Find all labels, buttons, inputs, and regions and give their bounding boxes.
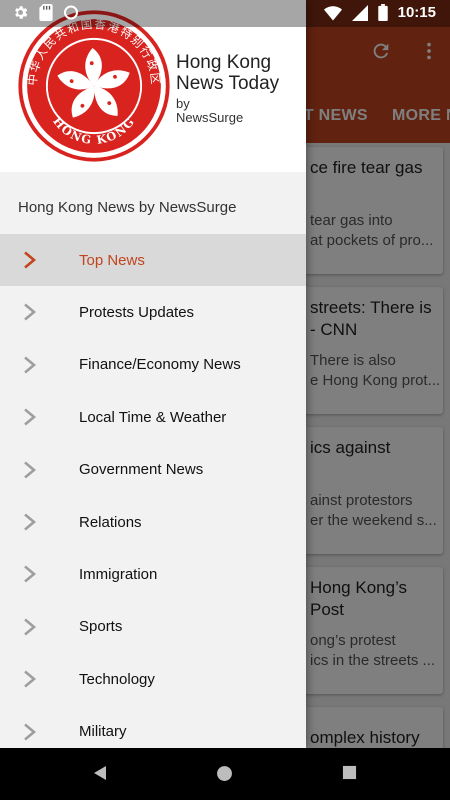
- menu-item-label: Local Time & Weather: [79, 408, 227, 426]
- menu-item-label: Protests Updates: [79, 304, 195, 322]
- menu-item-relations[interactable]: Relations: [0, 496, 306, 548]
- chevron-right-icon: [24, 461, 37, 479]
- menu-item-top-news[interactable]: Top News: [0, 234, 306, 287]
- menu-item-label: Immigration: [79, 566, 158, 584]
- recents-icon[interactable]: [342, 765, 357, 780]
- drawer-subtitle: Hong Kong News by NewsSurge: [18, 199, 237, 216]
- battery-icon: [377, 4, 388, 21]
- hong-kong-emblem-logo: 中华人民共和国香港特别行政区 HONG KONG: [18, 10, 170, 162]
- brand-title: News Today: [176, 73, 280, 94]
- system-nav-bar: [0, 748, 450, 800]
- signal-icon: [351, 4, 368, 21]
- status-bar: 10:15: [0, 0, 450, 27]
- brand-title: Hong Kong: [176, 52, 272, 73]
- wifi-icon: [323, 5, 342, 20]
- chevron-right-icon: [24, 565, 37, 583]
- menu-item-government-news[interactable]: Government News: [0, 444, 306, 496]
- menu-item-military[interactable]: Military: [0, 706, 306, 748]
- chevron-right-icon: [24, 251, 37, 269]
- chevron-right-icon: [24, 303, 37, 321]
- menu-item-technology[interactable]: Technology: [0, 653, 306, 705]
- menu-item-local-time-weather[interactable]: Local Time & Weather: [0, 391, 306, 443]
- menu-item-label: Relations: [79, 513, 142, 531]
- menu-item-finance-economy-news[interactable]: Finance/Economy News: [0, 339, 306, 391]
- navigation-drawer: 中华人民共和国香港特别行政区 HONG KONG Hong Kong News …: [0, 0, 306, 748]
- menu-item-immigration[interactable]: Immigration: [0, 548, 306, 600]
- sync-icon: [64, 5, 78, 20]
- brand-by: by: [176, 96, 190, 111]
- chevron-right-icon: [24, 618, 37, 636]
- status-time: 10:15: [397, 4, 436, 21]
- menu-item-label: Technology: [79, 670, 155, 688]
- menu-item-label: Sports: [79, 618, 123, 636]
- menu-item-protests-updates[interactable]: Protests Updates: [0, 286, 306, 338]
- chevron-right-icon: [24, 513, 37, 531]
- drawer-menu: Top News Protests Updates Finance/Econom…: [0, 234, 306, 748]
- chevron-right-icon: [24, 670, 37, 688]
- gear-icon: [15, 6, 28, 19]
- menu-item-sports[interactable]: Sports: [0, 601, 306, 653]
- menu-item-label: Top News: [79, 251, 145, 269]
- menu-item-label: Finance/Economy News: [79, 356, 241, 374]
- brand-block: Hong Kong News Today by NewsSurge: [176, 52, 279, 125]
- menu-item-label: Military: [79, 723, 127, 741]
- brand-publisher: NewsSurge: [176, 110, 244, 125]
- chevron-right-icon: [24, 723, 37, 741]
- chevron-right-icon: [24, 356, 37, 374]
- sd-card-icon: [39, 4, 53, 21]
- chevron-right-icon: [24, 408, 37, 426]
- menu-item-label: Government News: [79, 461, 204, 479]
- home-icon[interactable]: [216, 765, 233, 782]
- back-icon[interactable]: [92, 765, 108, 781]
